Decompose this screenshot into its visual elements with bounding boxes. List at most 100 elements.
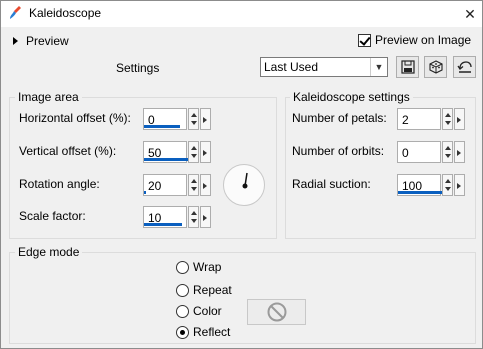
number-of-petals-spinner[interactable]: 2 <box>397 108 465 130</box>
edge-mode-reflect-option[interactable]: Reflect <box>176 325 230 339</box>
edge-mode-title: Edge mode <box>15 245 83 259</box>
spin-up-down[interactable] <box>442 108 453 130</box>
slider-popup-button[interactable] <box>200 206 211 228</box>
save-preset-icon <box>400 60 415 74</box>
rotation-angle-bar <box>144 191 188 194</box>
dialog-content: Preview Preview on Image Settings Last U… <box>1 27 482 348</box>
slider-popup-button[interactable] <box>454 108 465 130</box>
color-label: Color <box>193 304 222 318</box>
number-of-orbits-label: Number of orbits: <box>292 144 385 158</box>
radio-unchecked[interactable] <box>176 260 189 274</box>
image-area-title: Image area <box>15 90 82 104</box>
spin-up-down[interactable] <box>188 141 199 163</box>
spin-up-down[interactable] <box>188 108 199 130</box>
arrow-up-icon[interactable] <box>191 211 197 215</box>
reflect-label: Reflect <box>193 325 231 339</box>
preview-on-image-label: Preview on Image <box>375 33 472 47</box>
reset-button[interactable] <box>453 56 476 78</box>
arrow-right-icon <box>203 150 207 156</box>
kaleidoscope-dialog: Kaleidoscope ✕ Preview Preview on Image … <box>0 0 483 349</box>
radio-checked[interactable] <box>176 325 189 339</box>
arrow-right-icon <box>457 150 461 156</box>
arrow-right-icon <box>457 117 461 123</box>
edge-mode-color-option[interactable]: Color <box>176 304 222 318</box>
radial-suction-input[interactable]: 100 <box>397 174 442 196</box>
arrow-right-icon <box>203 117 207 123</box>
spin-up-down[interactable] <box>188 206 199 228</box>
slider-popup-button[interactable] <box>200 174 211 196</box>
rotation-angle-spinner[interactable]: 20 <box>143 174 211 196</box>
vertical-offset-bar <box>144 158 196 161</box>
arrow-up-icon[interactable] <box>191 113 197 117</box>
arrow-up-icon[interactable] <box>445 113 451 117</box>
preview-on-image-checkbox[interactable]: Preview on Image <box>358 33 471 47</box>
slider-popup-button[interactable] <box>200 141 211 163</box>
rotation-angle-label: Rotation angle: <box>19 177 100 191</box>
scale-factor-input[interactable]: 10 <box>143 206 187 228</box>
settings-label: Settings <box>116 61 160 75</box>
title-bar: Kaleidoscope ✕ <box>1 1 482 27</box>
arrow-up-icon[interactable] <box>445 179 451 183</box>
number-of-petals-bar <box>398 125 442 128</box>
arrow-right-icon <box>203 183 207 189</box>
arrow-down-icon[interactable] <box>445 187 451 191</box>
slider-popup-button[interactable] <box>200 108 211 130</box>
preset-dropdown[interactable]: Last Used ▼ <box>260 57 388 77</box>
edge-color-swatch[interactable] <box>247 299 306 325</box>
chevron-down-icon[interactable]: ▼ <box>370 58 387 76</box>
arrow-down-icon[interactable] <box>445 121 451 125</box>
arrow-up-icon[interactable] <box>191 146 197 150</box>
vertical-offset-spinner[interactable]: 50 <box>143 141 211 163</box>
spin-up-down[interactable] <box>442 141 453 163</box>
repeat-label: Repeat <box>193 283 232 297</box>
scale-factor-spinner[interactable]: 10 <box>143 206 211 228</box>
reset-icon <box>456 61 472 73</box>
spin-up-down[interactable] <box>442 174 453 196</box>
kaleidoscope-settings-title: Kaleidoscope settings <box>290 90 413 104</box>
arrow-down-icon[interactable] <box>445 154 451 158</box>
preview-label: Preview <box>26 34 69 48</box>
horizontal-offset-label: Horizontal offset (%): <box>19 111 131 125</box>
arrow-right-icon <box>457 183 461 189</box>
number-of-petals-label: Number of petals: <box>292 111 387 125</box>
arrow-up-icon[interactable] <box>445 146 451 150</box>
number-of-petals-input[interactable]: 2 <box>397 108 441 130</box>
radial-suction-label: Radial suction: <box>292 177 371 191</box>
vertical-offset-label: Vertical offset (%): <box>19 144 117 158</box>
number-of-orbits-bar <box>398 158 442 161</box>
horizontal-offset-spinner[interactable]: 0 <box>143 108 211 130</box>
rotation-dial[interactable] <box>223 164 265 206</box>
radial-suction-spinner[interactable]: 100 <box>397 174 465 196</box>
preview-expander[interactable]: Preview <box>13 34 69 48</box>
randomize-button[interactable] <box>424 56 447 78</box>
number-of-orbits-spinner[interactable]: 0 <box>397 141 465 163</box>
no-color-icon <box>267 302 286 322</box>
dial-needle-icon <box>242 172 248 189</box>
radio-unchecked[interactable] <box>176 304 189 318</box>
arrow-up-icon[interactable] <box>191 179 197 183</box>
arrow-down-icon[interactable] <box>191 187 197 191</box>
checkbox-checked[interactable] <box>358 33 371 47</box>
vertical-offset-input[interactable]: 50 <box>143 141 196 163</box>
edge-mode-repeat-option[interactable]: Repeat <box>176 283 232 297</box>
arrow-down-icon[interactable] <box>191 154 197 158</box>
paint-brush-icon <box>7 5 23 21</box>
radial-suction-bar <box>398 191 442 194</box>
wrap-label: Wrap <box>193 260 222 274</box>
arrow-down-icon[interactable] <box>191 219 197 223</box>
slider-popup-button[interactable] <box>454 174 465 196</box>
preset-value: Last Used <box>264 60 319 74</box>
radio-unchecked[interactable] <box>176 283 189 297</box>
chevron-right-icon <box>13 37 18 45</box>
horizontal-offset-input[interactable]: 0 <box>143 108 187 130</box>
slider-popup-button[interactable] <box>454 141 465 163</box>
edge-mode-wrap-option[interactable]: Wrap <box>176 260 221 274</box>
randomize-icon <box>428 60 443 74</box>
spin-up-down[interactable] <box>188 174 199 196</box>
close-icon[interactable]: ✕ <box>459 3 481 25</box>
save-preset-button[interactable] <box>396 56 419 78</box>
arrow-down-icon[interactable] <box>191 121 197 125</box>
rotation-angle-input[interactable]: 20 <box>143 174 187 196</box>
edge-mode-group <box>9 252 476 344</box>
number-of-orbits-input[interactable]: 0 <box>397 141 441 163</box>
